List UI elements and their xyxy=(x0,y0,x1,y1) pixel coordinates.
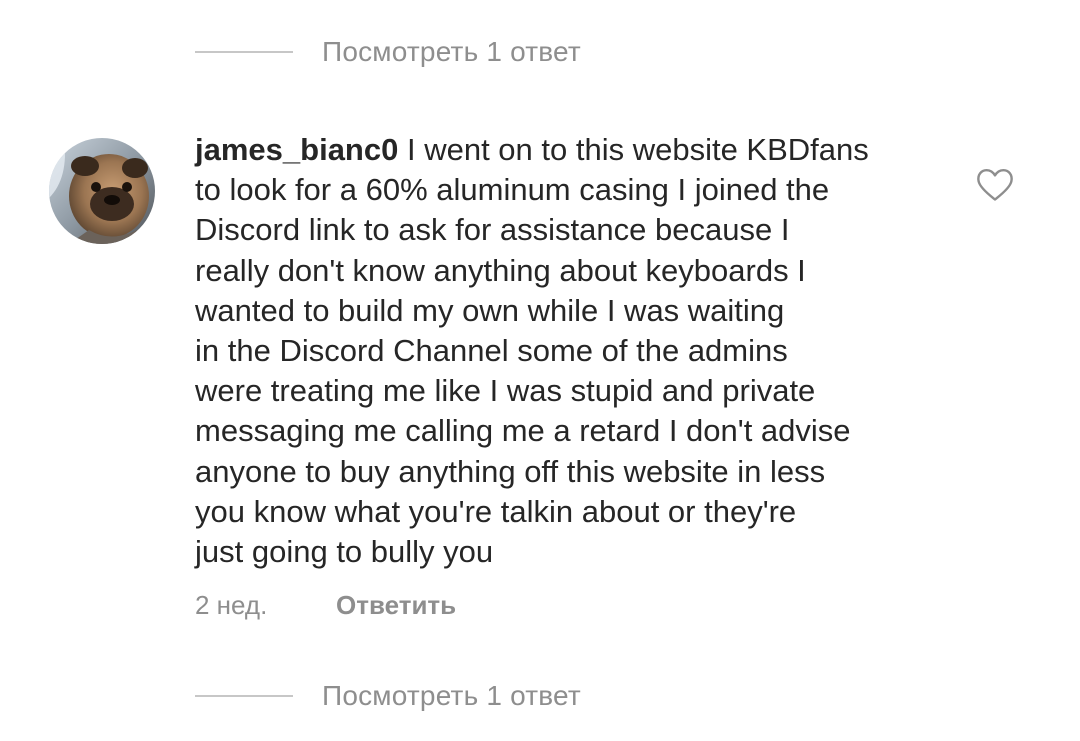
comment-text-line: in the Discord Channel some of the admin… xyxy=(195,333,788,369)
view-replies-label[interactable]: Посмотреть 1 ответ xyxy=(322,36,581,68)
comment-text-line: anyone to buy anything off this website … xyxy=(195,453,826,489)
heart-outline-icon[interactable] xyxy=(976,168,1014,202)
comment-text-line: Discord link to ask for assistance becau… xyxy=(195,212,790,248)
view-replies-top[interactable]: Посмотреть 1 ответ xyxy=(195,32,581,72)
comment-text-line: really don't know anything about keyboar… xyxy=(195,252,806,288)
comment-text-line: were treating me like I was stupid and p… xyxy=(195,373,816,409)
replies-divider-line xyxy=(195,51,293,53)
comment-text-line: I went on to this website KBDfans xyxy=(398,132,869,167)
comment-text-line: messaging me calling me a retard I don't… xyxy=(195,413,851,449)
heart-outline-svg xyxy=(977,169,1013,201)
comment-meta: 2 нед. Ответить xyxy=(195,585,456,625)
comment-text-line: just going to bully you xyxy=(195,534,494,570)
replies-divider-line xyxy=(195,695,293,697)
view-replies-bottom[interactable]: Посмотреть 1 ответ xyxy=(195,676,581,716)
reply-button[interactable]: Ответить xyxy=(336,590,456,621)
comment-line-1: james_bianc0 I went on to this website K… xyxy=(195,130,935,170)
comment-text-line: to look for a 60% aluminum casing I join… xyxy=(195,172,830,208)
comment-text-line: you know what you're talkin about or the… xyxy=(195,493,797,529)
comment-username[interactable]: james_bianc0 xyxy=(195,132,398,167)
view-replies-label[interactable]: Посмотреть 1 ответ xyxy=(322,680,581,712)
avatar-photo-pug xyxy=(49,138,155,244)
comment-timestamp: 2 нед. xyxy=(195,589,268,620)
comment-body: james_bianc0 I went on to this website K… xyxy=(195,130,935,572)
avatar[interactable] xyxy=(49,138,155,244)
comment-text-line: wanted to build my own while I was waiti… xyxy=(195,292,785,328)
